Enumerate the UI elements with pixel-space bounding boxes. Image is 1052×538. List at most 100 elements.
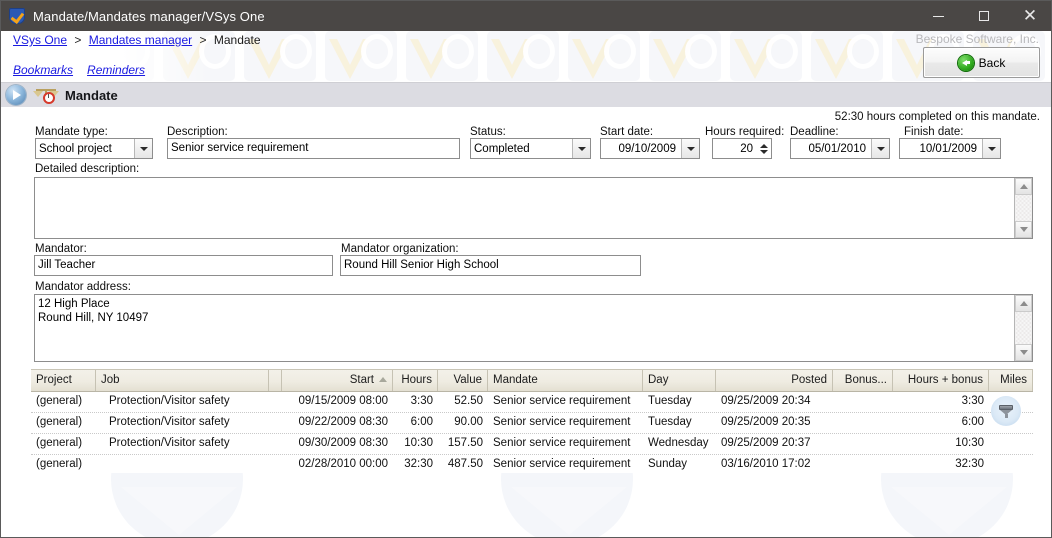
mandate-type-label: Mandate type:: [35, 126, 108, 138]
description-label: Description:: [167, 126, 228, 138]
mandator-organization-input[interactable]: Round Hill Senior High School: [340, 255, 641, 276]
scroll-up-button[interactable]: [1015, 295, 1032, 312]
cell-start: 09/30/2009 08:30: [298, 437, 388, 449]
column-header-job[interactable]: Job: [96, 370, 269, 391]
column-header-start[interactable]: Start: [282, 370, 393, 391]
cell-mandate: Senior service requirement: [493, 395, 631, 407]
cell-day: Wednesday: [648, 437, 709, 449]
finish-date-value: 10/01/2009: [919, 142, 977, 155]
start-date-picker[interactable]: 09/10/2009: [600, 138, 700, 159]
close-button[interactable]: ✕: [1007, 1, 1051, 31]
cell-project: (general): [36, 416, 83, 428]
cell-hours: 3:30: [410, 395, 433, 407]
chevron-down-icon[interactable]: [572, 139, 590, 158]
cell-miles: [989, 434, 1033, 454]
finish-date-picker[interactable]: 10/01/2009: [899, 138, 1001, 159]
column-header-project[interactable]: Project: [31, 370, 96, 391]
hours-required-value: 20: [740, 142, 753, 155]
title-bar: Mandate/Mandates manager/VSys One ✕: [1, 1, 1051, 31]
hours-required-stepper[interactable]: 20: [712, 138, 772, 159]
cell-value: 157.50: [447, 437, 483, 449]
column-header-day[interactable]: Day: [643, 370, 716, 391]
breadcrumb-separator: >: [74, 33, 82, 47]
play-orb-icon[interactable]: [6, 85, 26, 105]
table-row[interactable]: (general) Protection/Visitor safety 09/2…: [31, 413, 1033, 434]
grid-body: (general) Protection/Visitor safety 09/1…: [31, 392, 1033, 476]
sub-navigation: Bookmarks Reminders: [13, 63, 159, 77]
reminders-link[interactable]: Reminders: [87, 63, 145, 77]
breadcrumb: VSys One > Mandates manager > Mandate: [13, 33, 261, 47]
cell-bonus: [833, 455, 893, 475]
chevron-down-icon[interactable]: [982, 139, 1000, 158]
mandator-organization-label: Mandator organization:: [341, 243, 459, 255]
detailed-description-scrollbar[interactable]: [1014, 178, 1032, 238]
bookmarks-link[interactable]: Bookmarks: [13, 63, 73, 77]
funnel-filter-icon[interactable]: [991, 396, 1021, 426]
sort-ascending-icon: [379, 377, 387, 383]
stepper-arrows-icon[interactable]: [757, 139, 771, 158]
table-row[interactable]: (general) Protection/Visitor safety 09/3…: [31, 434, 1033, 455]
back-button[interactable]: Back: [923, 47, 1040, 78]
column-header-hours-bonus[interactable]: Hours + bonus: [893, 370, 989, 391]
cell-mandate: Senior service requirement: [493, 437, 631, 449]
breadcrumb-separator: >: [199, 33, 207, 47]
breadcrumb-item-vsys-one[interactable]: VSys One: [13, 33, 67, 47]
scroll-down-button[interactable]: [1015, 221, 1032, 238]
status-select[interactable]: Completed: [470, 138, 591, 159]
column-header-hours[interactable]: Hours: [393, 370, 438, 391]
scrollbar-track[interactable]: [1015, 195, 1032, 221]
scrollbar-track[interactable]: [1015, 312, 1032, 344]
table-row[interactable]: (general) Protection/Visitor safety 09/1…: [31, 392, 1033, 413]
column-header-miles[interactable]: Miles: [989, 370, 1033, 391]
cell-project: (general): [36, 437, 83, 449]
breadcrumb-item-mandate: Mandate: [213, 33, 261, 47]
chevron-down-icon[interactable]: [871, 139, 889, 158]
mandator-address-textarea[interactable]: 12 High Place Round Hill, NY 10497: [34, 294, 1033, 362]
cell-value: 52.50: [454, 395, 483, 407]
chevron-down-icon[interactable]: [134, 139, 152, 158]
cell-hours-bonus: 10:30: [955, 437, 984, 449]
mandator-address-scrollbar[interactable]: [1014, 295, 1032, 361]
page-title: Mandate: [65, 87, 118, 103]
cell-project: (general): [36, 395, 83, 407]
cell-posted: 03/16/2010 17:02: [721, 458, 811, 470]
cell-job: Protection/Visitor safety: [109, 437, 230, 449]
cell-project: (general): [36, 458, 83, 470]
mandator-input[interactable]: Jill Teacher: [34, 255, 333, 276]
service-entries-grid: Project Job Start Hours Value Mandate Da…: [31, 369, 1033, 476]
app-shield-check-icon: [9, 8, 25, 24]
column-header-spacer-a[interactable]: [269, 370, 282, 391]
column-header-value[interactable]: Value: [438, 370, 488, 391]
column-header-posted[interactable]: Posted: [716, 370, 833, 391]
cell-job: Protection/Visitor safety: [109, 416, 230, 428]
scroll-down-button[interactable]: [1015, 344, 1032, 361]
mandate-type-select[interactable]: School project: [35, 138, 153, 159]
mandator-label: Mandator:: [35, 243, 87, 255]
description-input[interactable]: Senior service requirement: [167, 138, 460, 159]
cell-miles: [989, 455, 1033, 475]
cell-hours: 6:00: [410, 416, 433, 428]
bottom-watermark: [1, 473, 1051, 537]
back-arrow-icon: [957, 54, 974, 71]
hours-required-label: Hours required:: [705, 126, 785, 138]
column-header-mandate[interactable]: Mandate: [488, 370, 643, 391]
cell-bonus: [833, 434, 893, 454]
cell-posted: 09/25/2009 20:34: [721, 395, 811, 407]
deadline-date-picker[interactable]: 05/01/2010: [790, 138, 890, 159]
detailed-description-textarea[interactable]: [34, 177, 1033, 239]
detailed-description-value: [35, 178, 1014, 238]
breadcrumb-item-mandates-manager[interactable]: Mandates manager: [89, 33, 192, 47]
cell-start: 09/22/2009 08:30: [298, 416, 388, 428]
hours-completed-note: 52:30 hours completed on this mandate.: [834, 111, 1040, 123]
column-header-bonus[interactable]: Bonus...: [833, 370, 893, 391]
start-date-value: 09/10/2009: [618, 142, 676, 155]
mandator-address-label: Mandator address:: [35, 281, 131, 293]
maximize-button[interactable]: [961, 1, 1007, 31]
scroll-up-button[interactable]: [1015, 178, 1032, 195]
detailed-description-label: Detailed description:: [35, 163, 140, 175]
cell-bonus: [833, 413, 893, 433]
mandate-form: 52:30 hours completed on this mandate. M…: [1, 107, 1051, 369]
cell-mandate: Senior service requirement: [493, 458, 631, 470]
minimize-button[interactable]: [915, 1, 961, 31]
chevron-down-icon[interactable]: [681, 139, 699, 158]
